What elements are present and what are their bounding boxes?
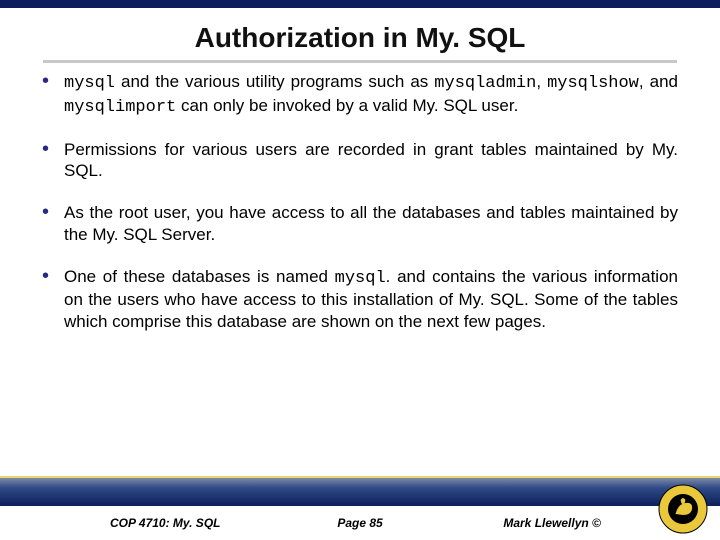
footer: COP 4710: My. SQL Page 85 Mark Llewellyn… xyxy=(0,506,720,540)
bullet-list: mysql and the various utility programs s… xyxy=(42,71,678,333)
bullet-item: Permissions for various users are record… xyxy=(42,139,678,183)
top-accent-bar xyxy=(0,0,720,8)
bottom-gradient-bar xyxy=(0,476,720,506)
footer-course: COP 4710: My. SQL xyxy=(110,516,277,530)
bullet-item: One of these databases is named mysql. a… xyxy=(42,266,678,333)
slide-body: mysql and the various utility programs s… xyxy=(0,71,720,333)
footer-page: Page 85 xyxy=(277,516,444,530)
footer-author: Mark Llewellyn © xyxy=(443,516,670,530)
ucf-pegasus-logo-icon xyxy=(658,484,708,534)
bullet-item: mysql and the various utility programs s… xyxy=(42,71,678,119)
bullet-item: As the root user, you have access to all… xyxy=(42,202,678,246)
slide-title: Authorization in My. SQL xyxy=(0,8,720,60)
title-underline xyxy=(43,60,677,63)
